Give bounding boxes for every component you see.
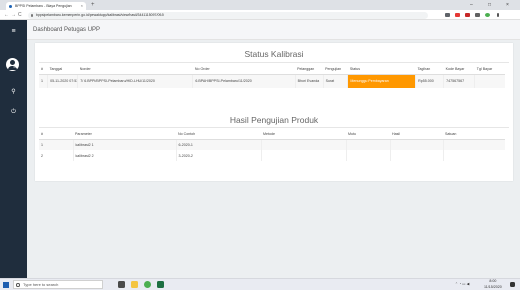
url-field[interactable]: bppsipelambaru.kemenperin.go.id/pewaktup… — [28, 11, 428, 19]
date-cell: 05-11-2020 07:53:49 — [47, 74, 79, 88]
column-header: Pengujian — [323, 64, 348, 75]
excel-icon[interactable] — [157, 281, 164, 288]
status-kalibrasi-title: Status Kalibrasi — [244, 49, 304, 59]
page-title: Dashboard Petugas UPP — [33, 27, 101, 33]
payment-code-cell: 747567567 — [443, 74, 476, 88]
notification-icon[interactable] — [510, 282, 515, 287]
norder-cell: 7/ 6.BPPI/BPPSI-Pelambaru/HID-LHU/11/202… — [77, 74, 194, 88]
maximize-button[interactable]: □ — [488, 0, 491, 10]
task-view-icon[interactable] — [118, 281, 125, 288]
row-number: 1 — [39, 139, 74, 150]
table-row[interactable]: 2 kalibrasi2 2 3-2020-2 — [39, 150, 505, 161]
status-table: # Tanggal Norder No Order Pelanggan Peng… — [39, 64, 505, 88]
column-header: Status — [347, 64, 416, 75]
table-header-row: # Parameter No Contoh Metode Mutu Hasil … — [39, 129, 505, 140]
sidebar: ≡ TO ⚲ ⏻ — [0, 20, 27, 278]
page-header: Dashboard Petugas UPP — [27, 20, 520, 40]
location-icon[interactable]: ⚲ — [7, 88, 20, 95]
sample-number-cell: 6-2020-1 — [176, 139, 262, 150]
tray-icons[interactable]: ⌃ ◔ ▭ ◀ — [455, 279, 469, 290]
close-window-button[interactable]: × — [506, 0, 509, 10]
browser-tab[interactable]: BPPSI Pelambaru - Biaya Pengujian × — [6, 2, 86, 10]
column-header: Tagihan — [415, 64, 444, 75]
column-header: Metode — [261, 129, 346, 140]
divider — [39, 62, 509, 63]
search-icon — [16, 283, 20, 287]
table-row[interactable]: 1 kalibrasi2 1 6-2020-1 — [39, 139, 505, 150]
extension-icon[interactable] — [455, 13, 460, 17]
chrome-icon[interactable] — [144, 281, 151, 288]
parameter-cell: kalibrasi2 2 — [73, 150, 177, 161]
payment-date-cell — [474, 74, 505, 88]
browser-tabbar: BPPSI Pelambaru - Biaya Pengujian × + – … — [0, 0, 520, 10]
testing-cell: Surat — [323, 74, 349, 88]
method-cell — [261, 150, 347, 161]
parameter-cell: kalibrasi2 1 — [73, 139, 177, 150]
order-number-cell: 6.BPAH/BPPSI-Pelambaru/11/2020 — [192, 74, 296, 88]
extension-icon[interactable] — [445, 13, 450, 17]
address-bar-row: ← → C bppsipelambaru.kemenperin.go.id/pe… — [0, 10, 520, 20]
new-tab-button[interactable]: + — [91, 1, 95, 9]
search-placeholder: Type here to search — [23, 282, 59, 287]
column-header: Pelanggan — [295, 64, 324, 75]
unit-cell — [443, 139, 505, 150]
row-number: 1 — [39, 74, 49, 88]
column-header: Tgl Bayar — [474, 64, 505, 75]
method-cell — [261, 139, 347, 150]
invoice-cell: Rp55.000 — [415, 74, 445, 88]
file-explorer-icon[interactable] — [131, 281, 138, 288]
column-header: No Order — [192, 64, 296, 75]
windows-taskbar: Type here to search ⌃ ◔ ▭ ◀ 8:00 11/15/2… — [0, 278, 520, 290]
unit-cell — [443, 150, 505, 161]
customer-cell: Bhori Evanda — [295, 74, 324, 88]
column-header: Parameter — [73, 129, 176, 140]
extension-icon[interactable] — [465, 13, 470, 17]
divider — [39, 127, 509, 128]
clock[interactable]: 8:00 11/15/2020 — [484, 279, 502, 290]
profile-icon[interactable] — [485, 13, 490, 17]
status-badge: Menunggu Pembayaran — [347, 74, 417, 88]
table-header-row: # Tanggal Norder No Order Pelanggan Peng… — [39, 64, 505, 75]
result-cell — [390, 139, 444, 150]
minimize-button[interactable]: – — [470, 0, 473, 10]
column-header: Kode Bayar — [443, 64, 475, 75]
lock-icon — [31, 13, 33, 17]
column-header: Mutu — [346, 129, 390, 140]
power-icon[interactable]: ⏻ — [7, 109, 20, 116]
hamburger-menu-icon[interactable]: ≡ — [7, 28, 20, 35]
back-button[interactable]: ← — [4, 10, 9, 20]
tab-title: BPPSI Pelambaru - Biaya Pengujian — [15, 4, 72, 8]
result-cell — [390, 150, 444, 161]
quality-cell — [346, 139, 391, 150]
favicon-icon — [9, 4, 12, 8]
reload-button[interactable]: C — [18, 10, 22, 20]
quality-cell — [346, 150, 391, 161]
forward-button[interactable]: → — [11, 10, 16, 20]
puzzle-icon[interactable] — [475, 13, 480, 17]
windows-start-icon[interactable] — [3, 282, 9, 288]
column-header: Hasil — [390, 129, 443, 140]
results-table: # Parameter No Contoh Metode Mutu Hasil … — [39, 129, 505, 161]
column-header: Tanggal — [47, 64, 78, 75]
hasil-pengujian-title: Hasil Pengujian Produk — [229, 115, 319, 125]
sample-number-cell: 3-2020-2 — [176, 150, 262, 161]
avatar-badge: TO — [13, 65, 18, 69]
url-text: bppsipelambaru.kemenperin.go.id/pewaktup… — [36, 12, 164, 17]
column-header: # — [39, 64, 48, 75]
taskbar-search-input[interactable]: Type here to search — [13, 280, 103, 289]
column-header: Satuan — [443, 129, 505, 140]
menu-dots-icon[interactable] — [497, 13, 499, 17]
table-row[interactable]: 1 05-11-2020 07:53:49 7/ 6.BPPI/BPPSI-Pe… — [39, 74, 505, 88]
column-header: No Contoh — [176, 129, 261, 140]
content-panel: Status Kalibrasi # Tanggal Norder No Ord… — [35, 43, 513, 181]
column-header: # — [39, 129, 73, 140]
tab-close-icon[interactable]: × — [81, 2, 83, 10]
row-number: 2 — [39, 150, 74, 161]
column-header: Norder — [77, 64, 193, 75]
